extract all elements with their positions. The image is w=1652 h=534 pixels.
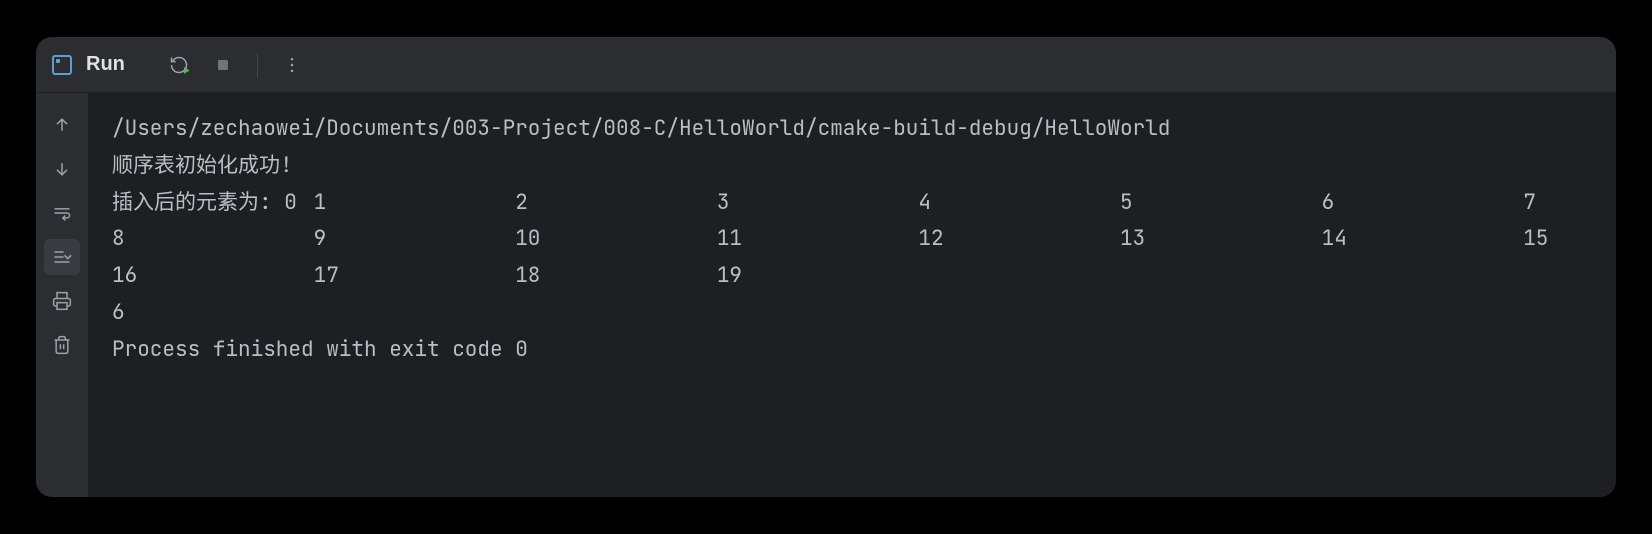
console-line: 插入后的元素为: 0 1 2 3 4 5 6 7 8 9 10 11 12 13…: [112, 185, 1592, 295]
stop-icon: [213, 55, 233, 75]
divider: [257, 53, 258, 77]
terminal-icon: [52, 55, 72, 75]
sidebar: [36, 93, 88, 497]
rerun-button[interactable]: [161, 47, 197, 83]
down-trace-button[interactable]: [44, 151, 80, 187]
console-line: 6: [112, 295, 1592, 332]
body-area: /Users/zechaowei/Documents/003-Project/0…: [36, 93, 1616, 497]
more-vertical-icon: [282, 55, 302, 75]
trash-icon: [52, 335, 72, 355]
soft-wrap-button[interactable]: [44, 195, 80, 231]
soft-wrap-icon: [52, 203, 72, 223]
console-line: 顺序表初始化成功!: [112, 148, 1592, 185]
more-button[interactable]: [274, 47, 310, 83]
tab-title: Run: [86, 53, 125, 76]
console-output[interactable]: /Users/zechaowei/Documents/003-Project/0…: [88, 93, 1616, 497]
console-line: /Users/zechaowei/Documents/003-Project/0…: [112, 111, 1592, 148]
run-panel: Run: [36, 37, 1616, 497]
scroll-end-icon: [52, 247, 72, 267]
up-trace-button[interactable]: [44, 107, 80, 143]
scroll-to-end-button[interactable]: [44, 239, 80, 275]
arrow-up-icon: [52, 115, 72, 135]
print-button[interactable]: [44, 283, 80, 319]
toolbar: Run: [36, 37, 1616, 93]
rerun-icon: [169, 55, 189, 75]
console-line: Process finished with exit code 0: [112, 332, 1592, 369]
arrow-down-icon: [52, 159, 72, 179]
print-icon: [52, 291, 72, 311]
stop-button[interactable]: [205, 47, 241, 83]
clear-all-button[interactable]: [44, 327, 80, 363]
